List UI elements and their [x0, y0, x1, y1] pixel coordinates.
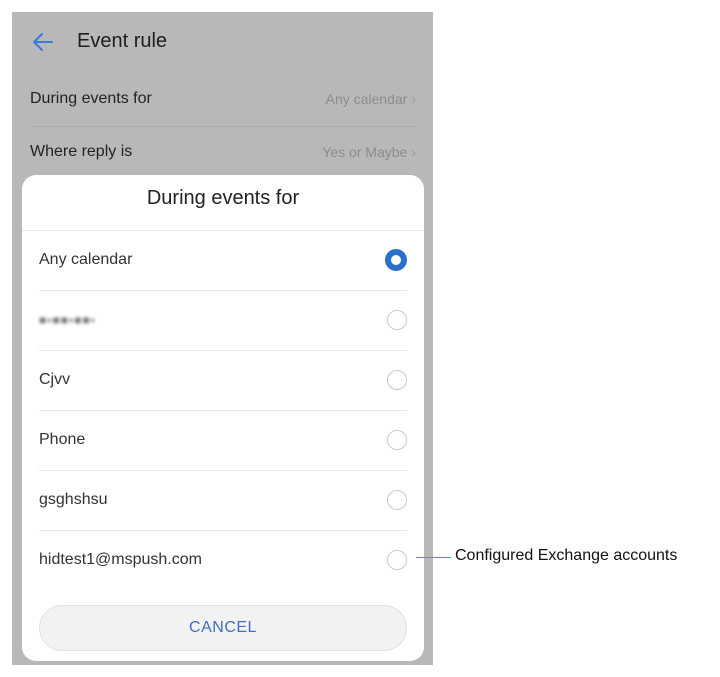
setting-label: Where reply is — [30, 143, 133, 160]
option-label: gsghshsu — [39, 491, 108, 508]
radio-unselected[interactable] — [387, 310, 407, 330]
radio-selected[interactable] — [385, 249, 407, 271]
arrow-left-icon[interactable] — [30, 29, 56, 55]
radio-unselected[interactable] — [387, 430, 407, 450]
option-label-blurred: ■▪■■▪■■▪ — [39, 313, 97, 327]
phone-screen: Event rule During events for Any calenda… — [12, 12, 433, 665]
setting-value: Any calendar › — [325, 91, 416, 107]
option-hidtest1[interactable]: hidtest1@mspush.com — [39, 531, 407, 590]
radio-unselected[interactable] — [387, 550, 407, 570]
callout-label: Configured Exchange accounts — [455, 547, 678, 564]
radio-unselected[interactable] — [387, 370, 407, 390]
calendar-picker-dialog: During events for Any calendar ■▪■■▪■■▪ … — [22, 175, 424, 661]
option-blurred-account[interactable]: ■▪■■▪■■▪ — [39, 291, 407, 351]
option-phone[interactable]: Phone — [39, 411, 407, 471]
option-any-calendar[interactable]: Any calendar — [39, 231, 407, 291]
setting-value: Yes or Maybe › — [322, 144, 416, 160]
setting-row-where-reply[interactable]: Where reply is Yes or Maybe › — [30, 127, 416, 180]
radio-unselected[interactable] — [387, 490, 407, 510]
cancel-button[interactable]: CANCEL — [39, 605, 407, 651]
option-label: Phone — [39, 431, 86, 448]
option-label: Any calendar — [39, 251, 133, 268]
option-gsghshsu[interactable]: gsghshsu — [39, 471, 407, 531]
chevron-right-icon: › — [411, 91, 416, 107]
dialog-title: During events for — [146, 187, 300, 209]
setting-label: During events for — [30, 90, 152, 107]
callout-line — [416, 557, 451, 558]
app-bar: Event rule — [12, 12, 433, 74]
chevron-right-icon: › — [411, 144, 416, 160]
page-title: Event rule — [77, 30, 168, 52]
option-cjvv[interactable]: Cjvv — [39, 351, 407, 411]
option-label: hidtest1@mspush.com — [39, 551, 202, 568]
option-label: Cjvv — [39, 371, 71, 388]
setting-row-during-events[interactable]: During events for Any calendar › — [30, 74, 416, 127]
